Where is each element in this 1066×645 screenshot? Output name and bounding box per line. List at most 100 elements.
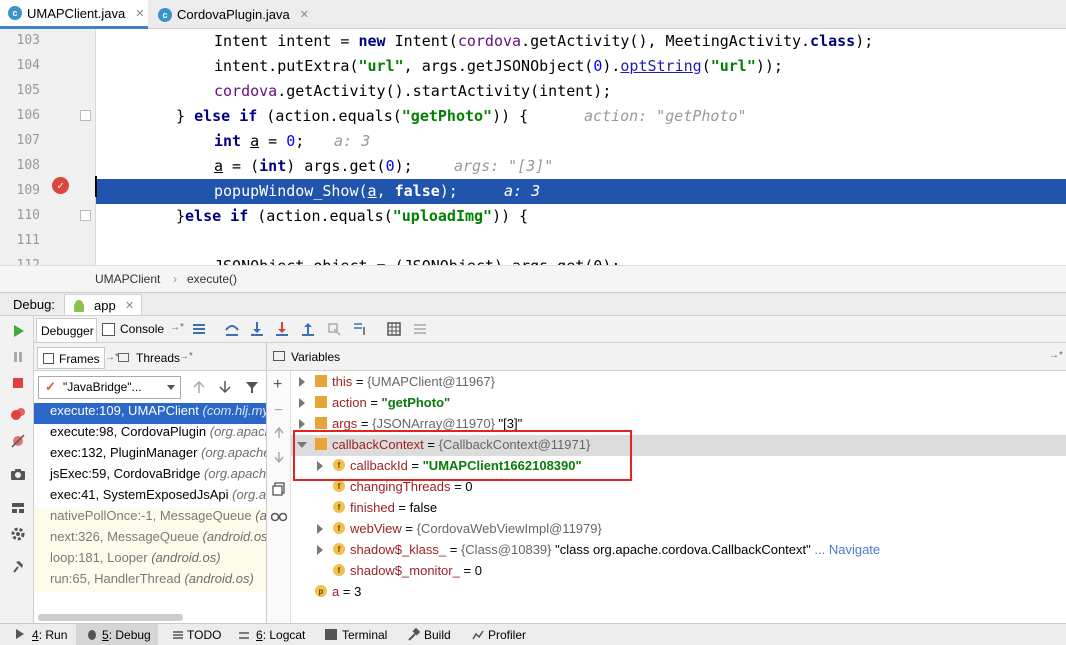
- horizontal-scrollbar[interactable]: [38, 614, 183, 621]
- gear-icon[interactable]: [10, 526, 26, 542]
- layout-icon[interactable]: [10, 500, 26, 516]
- force-step-into-icon[interactable]: [274, 321, 290, 337]
- variable-row[interactable]: this = {UMAPClient@11967}: [291, 372, 1066, 393]
- arrow-down-icon[interactable]: [219, 380, 231, 397]
- run-to-cursor-icon[interactable]: [352, 321, 368, 337]
- tab-debugger[interactable]: Debugger: [36, 318, 97, 342]
- variable-row[interactable]: action = "getPhoto": [291, 393, 1066, 414]
- field-f-icon: f: [333, 543, 345, 555]
- debug-tool-button[interactable]: 5: Debug: [76, 624, 158, 645]
- text-caret: [95, 176, 97, 197]
- fold-marker-icon[interactable]: [80, 210, 91, 221]
- step-into-icon[interactable]: [249, 321, 265, 337]
- expand-arrow-icon[interactable]: [299, 398, 305, 408]
- code-line: int a = 0; a: 3: [214, 132, 371, 150]
- frame-item[interactable]: next:326, MessageQueue (android.os: [34, 529, 266, 550]
- variable-row[interactable]: f finished = false: [291, 498, 1066, 519]
- arrow-up-icon[interactable]: [193, 380, 205, 397]
- pause-icon[interactable]: [10, 349, 26, 365]
- breadcrumb-separator: ›: [173, 272, 177, 286]
- frame-item[interactable]: execute:109, UMAPClient (com.hlj.mypr: [34, 403, 266, 424]
- close-icon[interactable]: ✕: [300, 8, 309, 21]
- debug-session-tab[interactable]: app ✕: [64, 294, 142, 316]
- copy-icon[interactable]: [272, 482, 286, 499]
- expand-arrow-icon[interactable]: [317, 524, 323, 534]
- debug-window-header: Debug: app ✕: [0, 292, 1066, 316]
- stop-icon[interactable]: [10, 375, 26, 391]
- tab-console[interactable]: Console: [120, 322, 164, 336]
- line-number: 104: [16, 58, 40, 73]
- breadcrumb-class[interactable]: UMAPClient: [95, 272, 160, 286]
- frames-panel: Frames →* Threads →* ✓ "JavaBridge"... e…: [34, 343, 267, 623]
- frame-item[interactable]: execute:98, CordovaPlugin (org.apach: [34, 424, 266, 445]
- code-line: }else if (action.equals("uploadImg")) {: [176, 207, 529, 225]
- variable-row[interactable]: p a = 3: [291, 582, 1066, 603]
- frame-item[interactable]: run:65, HandlerThread (android.os): [34, 571, 266, 592]
- variables-title: Variables: [291, 350, 341, 364]
- glasses-icon[interactable]: [270, 510, 288, 525]
- camera-icon[interactable]: [10, 466, 26, 482]
- editor-gutter[interactable]: 103 104 105 106 107 108 109 110 111 112: [0, 29, 96, 265]
- inline-debug-value: a: 3: [504, 182, 541, 200]
- expand-arrow-icon[interactable]: [299, 419, 305, 429]
- variables-icon: [273, 351, 285, 361]
- thread-select[interactable]: ✓ "JavaBridge"...: [38, 376, 181, 399]
- mute-breakpoints-icon[interactable]: [10, 433, 26, 449]
- run-tool-button[interactable]: 4: Run: [32, 628, 67, 642]
- class-icon: c: [158, 7, 172, 22]
- filter-icon[interactable]: [245, 380, 259, 397]
- frame-item[interactable]: exec:41, SystemExposedJsApi (org.ap: [34, 487, 266, 508]
- trace-icon[interactable]: [412, 321, 428, 337]
- pin-tab-icon[interactable]: →*: [1049, 350, 1063, 361]
- run-icon: [16, 629, 24, 639]
- code-line: cordova.getActivity().startActivity(inte…: [214, 82, 612, 100]
- fold-marker-icon[interactable]: [80, 110, 91, 121]
- breakpoint-icon[interactable]: ✓: [52, 177, 69, 194]
- code-editor[interactable]: 103 104 105 106 107 108 109 110 111 112 …: [0, 29, 1066, 265]
- close-icon[interactable]: ✕: [125, 299, 134, 312]
- expand-arrow-icon[interactable]: [299, 377, 305, 387]
- line-number: 103: [16, 33, 40, 48]
- add-watch-icon[interactable]: +: [273, 376, 282, 394]
- step-over-icon[interactable]: [224, 321, 240, 337]
- step-out-icon[interactable]: [300, 321, 316, 337]
- navigate-link[interactable]: ... Navigate: [814, 542, 880, 557]
- variable-row[interactable]: f webView = {CordovaWebViewImpl@11979}: [291, 519, 1066, 540]
- tab-frames[interactable]: Frames →*: [37, 347, 119, 369]
- tab-threads[interactable]: Threads: [136, 351, 180, 365]
- tab-umapclient[interactable]: c UMAPClient.java ✕: [0, 0, 148, 29]
- close-icon[interactable]: ✕: [135, 7, 144, 20]
- field-icon: [315, 396, 327, 408]
- build-tool-button[interactable]: Build: [424, 628, 451, 642]
- class-icon: c: [8, 6, 22, 20]
- code-line: JSONObject object = (JSONObject) args.ge…: [96, 254, 1066, 265]
- arrow-up-icon[interactable]: [274, 426, 284, 441]
- frame-item[interactable]: exec:132, PluginManager (org.apache: [34, 445, 266, 466]
- resume-icon[interactable]: [10, 323, 26, 339]
- variable-row[interactable]: f shadow$_klass_ = {Class@10839} "class …: [291, 540, 1066, 561]
- breadcrumb-method[interactable]: execute(): [187, 272, 237, 286]
- todo-tool-button[interactable]: TODO: [187, 628, 221, 642]
- todo-icon: [172, 629, 184, 644]
- expand-arrow-icon[interactable]: [317, 545, 323, 555]
- terminal-tool-button[interactable]: Terminal: [342, 628, 387, 642]
- arrow-down-icon[interactable]: [274, 452, 284, 467]
- profiler-tool-button[interactable]: Profiler: [488, 628, 526, 642]
- pin-tab-icon[interactable]: →*: [170, 322, 184, 333]
- bug-icon: [86, 628, 98, 643]
- remove-watch-icon[interactable]: −: [274, 402, 283, 420]
- frame-item[interactable]: nativePollOnce:-1, MessageQueue (an: [34, 508, 266, 529]
- pin-icon[interactable]: [10, 558, 26, 574]
- evaluate-expression-icon[interactable]: [386, 321, 402, 337]
- frame-item[interactable]: jsExec:59, CordovaBridge (org.apach: [34, 466, 266, 487]
- drop-frame-icon[interactable]: [326, 321, 342, 337]
- logcat-icon: [238, 629, 250, 644]
- view-breakpoints-icon[interactable]: [10, 406, 26, 422]
- variable-row[interactable]: f shadow$_monitor_ = 0: [291, 561, 1066, 582]
- show-execution-point-icon[interactable]: [191, 321, 207, 337]
- tab-cordovaplugin[interactable]: c CordovaPlugin.java ✕: [150, 0, 310, 29]
- chevron-down-icon: [167, 385, 175, 390]
- frame-item[interactable]: loop:181, Looper (android.os): [34, 550, 266, 571]
- logcat-tool-button[interactable]: 6: Logcat: [256, 628, 305, 642]
- current-execution-line: popupWindow_Show(a, false); a: 3: [96, 179, 1066, 204]
